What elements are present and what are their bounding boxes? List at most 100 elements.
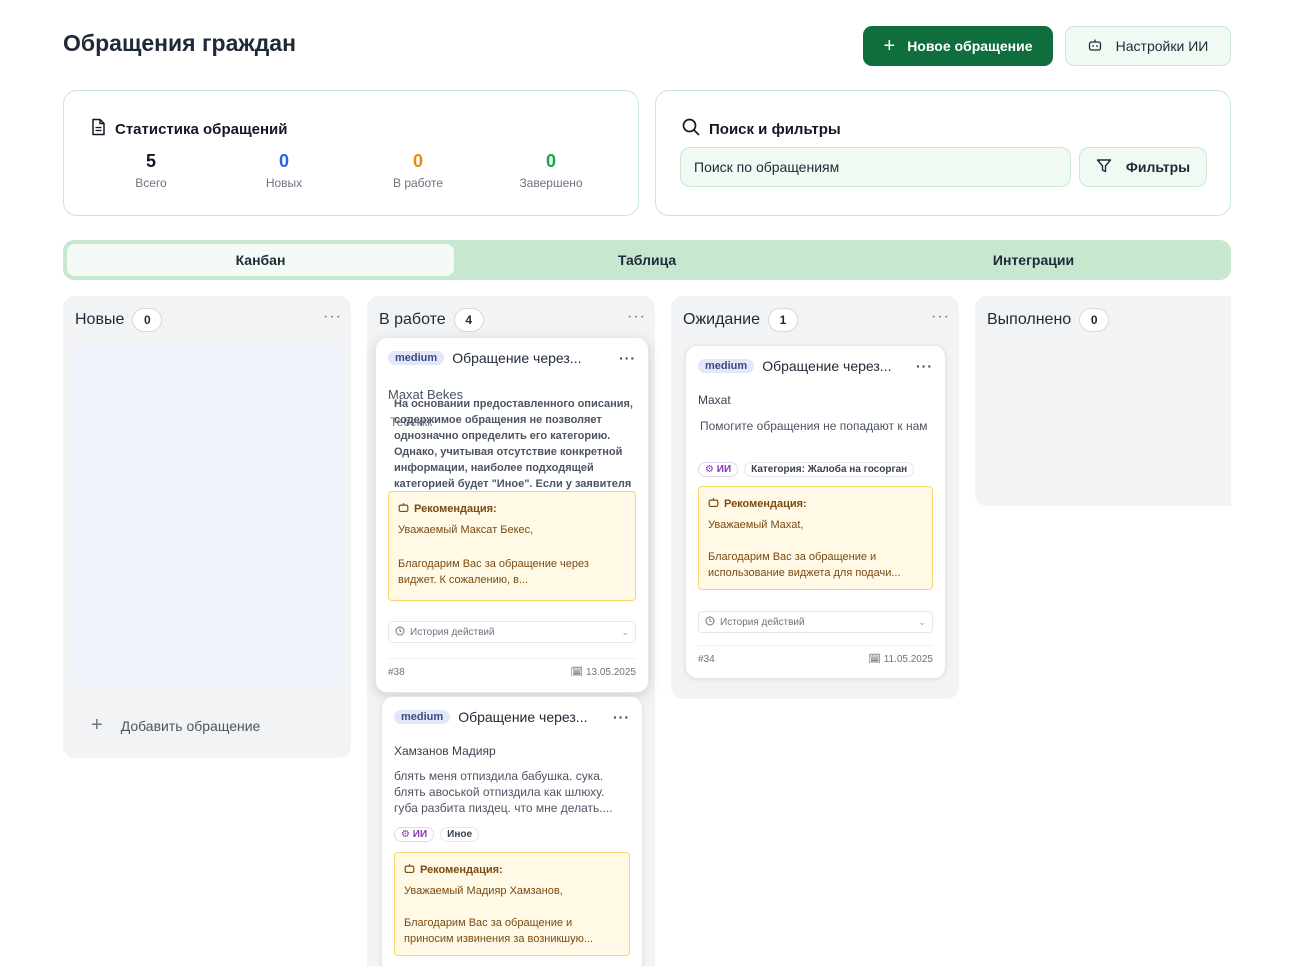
ticket-tags: ⚙ ИИ Иное xyxy=(394,827,480,842)
column-waiting-count: 1 xyxy=(768,308,798,332)
stat-completed-value: 0 xyxy=(545,151,556,171)
ai-tag: ⚙ ИИ xyxy=(698,462,739,477)
recommendation-body: Благодарим Вас за обращение через виджет… xyxy=(398,558,589,586)
recommendation-greeting: Уважаемый Максат Бекес, xyxy=(398,524,534,536)
recommendation-heading: Рекомендация: xyxy=(404,863,620,877)
clock-icon xyxy=(395,626,405,639)
search-title: Поиск и фильтры xyxy=(709,120,841,138)
recommendation-greeting: Уважаемый Maxat, xyxy=(708,519,804,531)
ai-settings-button[interactable]: Настройки ИИ xyxy=(1065,26,1231,66)
column-menu-icon[interactable]: ··· xyxy=(931,308,950,326)
column-waiting-header: Ожидание 1 xyxy=(683,308,798,332)
column-in-progress-title: В работе xyxy=(379,311,446,328)
priority-badge: medium xyxy=(698,359,755,373)
ticket-card[interactable]: medium Обращение через... ··· Хамзанов М… xyxy=(381,696,643,966)
clock-icon xyxy=(705,616,715,629)
filter-icon xyxy=(1096,158,1112,177)
recommendation-body: Благодарим Вас за обращение и приносим и… xyxy=(404,917,594,945)
filters-button[interactable]: Фильтры xyxy=(1079,147,1207,187)
recommendation-title: Рекомендация: xyxy=(724,498,807,510)
stat-total-label: Всего xyxy=(135,176,167,190)
ticket-author: Хамзанов Мадияр xyxy=(394,744,496,758)
column-new-count: 0 xyxy=(132,308,163,332)
add-ticket-button[interactable]: + Добавить обращение xyxy=(91,714,260,737)
new-ticket-label: Новое обращение xyxy=(907,38,1033,54)
ticket-title: Обращение через... xyxy=(458,709,588,725)
ai-tag-label: ИИ xyxy=(412,829,428,840)
column-done-title: Выполнено xyxy=(987,311,1072,328)
ticket-menu-icon[interactable]: ··· xyxy=(916,358,933,374)
category-tag: Иное xyxy=(440,827,480,842)
column-done: Выполнено 0 xyxy=(975,296,1231,506)
search-input[interactable] xyxy=(680,147,1071,187)
ai-settings-label: Настройки ИИ xyxy=(1115,38,1209,54)
column-menu-icon[interactable]: ··· xyxy=(627,308,646,326)
column-done-count: 0 xyxy=(1079,308,1110,332)
ticket-title: Обращение через... xyxy=(452,350,582,366)
column-new-title: Новые xyxy=(75,311,125,328)
search-icon xyxy=(682,118,700,140)
stat-in-progress-value: 0 xyxy=(412,151,423,171)
plus-icon: + xyxy=(883,35,896,57)
stat-total-value: 5 xyxy=(145,151,156,171)
history-dropdown[interactable]: История действий ⌄ xyxy=(698,611,933,633)
recommendation-title: Рекомендация: xyxy=(414,503,497,515)
stat-in-progress-label: В работе xyxy=(392,176,443,190)
ticket-date-wrap: 🗓 13.05.2025 xyxy=(570,667,636,678)
ticket-header: medium Обращение через... ··· xyxy=(698,358,933,374)
ticket-id: #38 xyxy=(388,667,405,678)
ticket-card[interactable]: medium Обращение через... ··· Maxat Beke… xyxy=(375,337,649,693)
bot-icon: ⚙ xyxy=(705,464,717,475)
recommendation-body: Благодарим Вас за обращение и использова… xyxy=(708,551,901,579)
stat-total: 5 Всего xyxy=(91,151,211,190)
ticket-footer: #34 🗓 11.05.2025 xyxy=(698,645,933,665)
tab-integrations[interactable]: Интеграции xyxy=(840,244,1227,276)
ticket-menu-icon[interactable]: ··· xyxy=(619,350,636,366)
ai-category-explanation: На основании предоставленного описания, … xyxy=(394,398,633,490)
column-new-dropzone[interactable] xyxy=(75,344,339,686)
tab-table[interactable]: Таблица xyxy=(454,244,840,276)
recommendation-heading: Рекомендация: xyxy=(708,497,923,511)
add-ticket-label: Добавить обращение xyxy=(120,717,261,734)
bot-icon xyxy=(398,502,409,516)
ticket-header: medium Обращение через... ··· xyxy=(388,350,636,366)
view-tabs: Канбан Таблица Интеграции xyxy=(63,240,1231,280)
stat-completed: 0 Завершено xyxy=(491,151,611,190)
filters-label: Фильтры xyxy=(1125,159,1191,175)
recommendation-box: Рекомендация: Уважаемый Maxat, Благодари… xyxy=(698,486,933,590)
ticket-card[interactable]: medium Обращение через... ··· Maxat Помо… xyxy=(685,345,946,679)
stat-new: 0 Новых xyxy=(224,151,344,190)
ticket-menu-icon[interactable]: ··· xyxy=(613,709,630,725)
search-card: Поиск и фильтры Фильтры xyxy=(655,90,1231,216)
ticket-author: Maxat xyxy=(698,393,731,407)
category-tag: Категория: Жалоба на госорган xyxy=(744,462,915,477)
plus-icon: + xyxy=(91,714,103,736)
stats-card: Статистика обращений 5 Всего 0 Новых 0 В… xyxy=(63,90,639,216)
column-in-progress-header: В работе 4 xyxy=(379,308,484,332)
bot-icon xyxy=(1088,38,1102,55)
recommendation-box: Рекомендация: Уважаемый Мадияр Хамзанов,… xyxy=(394,852,630,956)
column-menu-icon[interactable]: ··· xyxy=(323,308,342,326)
history-dropdown[interactable]: История действий ⌄ xyxy=(388,621,636,643)
ticket-description: Помогите обращения не попадают к нам xyxy=(700,419,928,433)
new-ticket-button[interactable]: + Новое обращение xyxy=(863,26,1053,66)
tab-kanban[interactable]: Канбан xyxy=(67,244,454,276)
ai-tag: ⚙ ИИ xyxy=(394,827,435,842)
ticket-title: Обращение через... xyxy=(762,358,892,374)
priority-badge: medium xyxy=(388,351,445,365)
bot-icon xyxy=(708,497,719,511)
chevron-down-icon: ⌄ xyxy=(918,616,926,627)
recommendation-box: Рекомендация: Уважаемый Максат Бекес, Бл… xyxy=(388,491,636,601)
priority-badge: medium xyxy=(394,710,451,724)
stats-heading: Статистика обращений xyxy=(90,118,287,140)
ticket-date-wrap: 🗓 11.05.2025 xyxy=(868,654,933,665)
page-title: Обращения граждан xyxy=(63,30,296,56)
ticket-footer: #38 🗓 13.05.2025 xyxy=(388,658,636,678)
column-done-header: Выполнено 0 xyxy=(987,308,1110,332)
column-new-header: Новые 0 xyxy=(75,308,163,332)
ticket-date: 11.05.2025 xyxy=(883,654,933,665)
stat-completed-label: Завершено xyxy=(519,176,583,190)
ticket-header: medium Обращение через... ··· xyxy=(394,709,630,725)
stats-title: Статистика обращений xyxy=(115,120,288,138)
history-label: История действий xyxy=(720,616,805,628)
